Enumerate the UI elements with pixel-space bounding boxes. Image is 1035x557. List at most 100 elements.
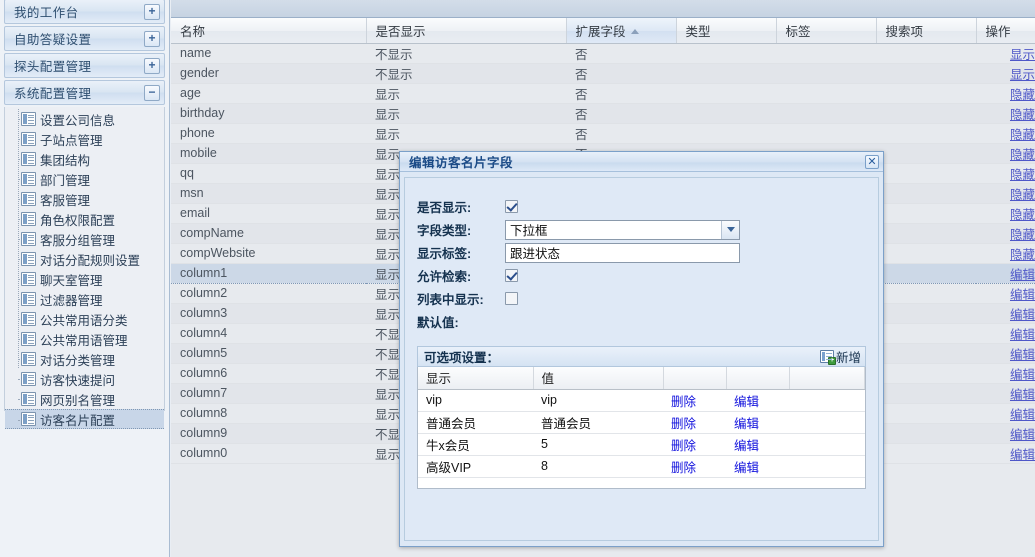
cell-action: 编辑 bbox=[976, 423, 1035, 444]
row-action-link[interactable]: 隐藏 bbox=[1010, 128, 1035, 142]
cell-visible: 显示 bbox=[366, 123, 566, 144]
table-row[interactable]: birthday 显示否 隐藏 bbox=[171, 103, 1035, 124]
sidebar-item-4[interactable]: 客服管理 bbox=[5, 189, 164, 209]
row-action-link[interactable]: 编辑 bbox=[1010, 268, 1035, 282]
sidebar-panel-1[interactable]: 自助答疑设置 + bbox=[4, 26, 165, 51]
row-action-link[interactable]: 隐藏 bbox=[1010, 88, 1035, 102]
row-action-link[interactable]: 显示 bbox=[1010, 48, 1035, 62]
display-label-input[interactable]: 跟进状态 bbox=[505, 242, 740, 263]
in-list-checkbox[interactable] bbox=[505, 292, 518, 305]
row-action-link[interactable]: 编辑 bbox=[1010, 388, 1035, 402]
show-field-label: 是否显示: bbox=[417, 201, 472, 215]
table-row[interactable]: gender 不显示否 显示 bbox=[171, 63, 1035, 84]
row-action-link[interactable]: 编辑 bbox=[1010, 428, 1035, 442]
add-option-button[interactable]: + 新增 bbox=[819, 347, 861, 366]
cell-visible: 不显示 bbox=[366, 43, 566, 64]
row-action-link[interactable]: 编辑 bbox=[1010, 448, 1035, 462]
dialog-titlebar: 编辑访客名片字段 ✕ bbox=[400, 152, 883, 172]
sidebar-item-6[interactable]: 客服分组管理 bbox=[5, 229, 164, 249]
row-action-link[interactable]: 编辑 bbox=[1010, 368, 1035, 382]
row-action-link[interactable]: 隐藏 bbox=[1010, 168, 1035, 182]
field-row-in-list: 列表中显示: bbox=[417, 287, 878, 310]
field-type-value: 下拉框 bbox=[510, 224, 548, 238]
chevron-down-icon[interactable] bbox=[721, 220, 739, 239]
expand-icon[interactable]: + bbox=[144, 57, 160, 74]
table-row[interactable]: name 不显示否 显示 bbox=[171, 43, 1035, 64]
row-action-link[interactable]: 显示 bbox=[1010, 68, 1035, 82]
options-section: 可选项设置： + 新增 显示值 vip vip 删除 编辑 普通会员 普通会员 删除 编辑 牛x… bbox=[417, 346, 866, 540]
column-header-3[interactable]: 类型 bbox=[676, 18, 777, 44]
field-type-select[interactable]: 下拉框 bbox=[505, 219, 740, 240]
option-cell-delete: 删除 bbox=[663, 389, 726, 412]
column-header-1[interactable]: 是否显示 bbox=[366, 18, 567, 44]
sidebar-item-10[interactable]: 公共常用语分类 bbox=[5, 309, 164, 329]
edit-option-link[interactable]: 编辑 bbox=[734, 461, 759, 475]
sidebar: 我的工作台 + 自助答疑设置 + 探头配置管理 + 系统配置管理 − 设置公司信息 子站点管理集… bbox=[0, 0, 170, 557]
delete-option-link[interactable]: 删除 bbox=[671, 417, 696, 431]
column-header-4[interactable]: 标签 bbox=[776, 18, 877, 44]
row-action-link[interactable]: 编辑 bbox=[1010, 328, 1035, 342]
column-header-0[interactable]: 名称 bbox=[171, 18, 367, 44]
edit-option-link[interactable]: 编辑 bbox=[734, 395, 759, 409]
sidebar-item-7[interactable]: 对话分配规则设置 bbox=[5, 249, 164, 269]
sidebar-item-15[interactable]: 访客名片配置 bbox=[5, 409, 164, 429]
row-action-link[interactable]: 隐藏 bbox=[1010, 148, 1035, 162]
sidebar-item-2[interactable]: 集团结构 bbox=[5, 149, 164, 169]
row-action-link[interactable]: 隐藏 bbox=[1010, 248, 1035, 262]
grid-toolbar bbox=[171, 0, 1035, 18]
expand-icon[interactable]: + bbox=[144, 30, 160, 47]
sidebar-item-13[interactable]: 访客快速提问 bbox=[5, 369, 164, 389]
edit-option-link[interactable]: 编辑 bbox=[734, 417, 759, 431]
row-action-link[interactable]: 编辑 bbox=[1010, 308, 1035, 322]
table-row[interactable]: phone 显示否 隐藏 bbox=[171, 123, 1035, 144]
sidebar-item-label: 网页别名管理 bbox=[40, 393, 116, 408]
sidebar-item-8[interactable]: 聊天室管理 bbox=[5, 269, 164, 289]
searchable-checkbox[interactable] bbox=[505, 269, 518, 282]
app-root: 我的工作台 + 自助答疑设置 + 探头配置管理 + 系统配置管理 − 设置公司信息 子站点管理集… bbox=[0, 0, 1035, 557]
sidebar-item-12[interactable]: 对话分类管理 bbox=[5, 349, 164, 369]
delete-option-link[interactable]: 删除 bbox=[671, 461, 696, 475]
column-header-5[interactable]: 搜索项 bbox=[876, 18, 977, 44]
expand-icon[interactable]: + bbox=[144, 3, 160, 20]
cell-tag bbox=[776, 103, 876, 124]
table-header-row: 名称 是否显示 扩展字段 类型 标签 搜索项 操作 bbox=[171, 18, 1035, 44]
cell-ext: 否 bbox=[566, 103, 676, 124]
sidebar-panel-2[interactable]: 探头配置管理 + bbox=[4, 53, 165, 78]
sidebar-item-14[interactable]: 网页别名管理 bbox=[5, 389, 164, 409]
sidebar-item-label: 访客快速提问 bbox=[40, 373, 116, 388]
row-action-link[interactable]: 编辑 bbox=[1010, 408, 1035, 422]
sidebar-panel-3[interactable]: 系统配置管理 − bbox=[4, 80, 165, 105]
sidebar-item-9[interactable]: 过滤器管理 bbox=[5, 289, 164, 309]
option-cell-value: 5 bbox=[533, 433, 663, 456]
delete-option-link[interactable]: 删除 bbox=[671, 395, 696, 409]
sidebar-item-1[interactable]: 子站点管理 bbox=[5, 129, 164, 149]
sidebar-item-3[interactable]: 部门管理 bbox=[5, 169, 164, 189]
sidebar-item-11[interactable]: 公共常用语管理 bbox=[5, 329, 164, 349]
row-action-link[interactable]: 编辑 bbox=[1010, 288, 1035, 302]
row-action-link[interactable]: 隐藏 bbox=[1010, 188, 1035, 202]
column-header-2[interactable]: 扩展字段 bbox=[566, 18, 677, 44]
cell-action: 隐藏 bbox=[976, 223, 1035, 244]
row-action-link[interactable]: 隐藏 bbox=[1010, 228, 1035, 242]
row-action-link[interactable]: 隐藏 bbox=[1010, 108, 1035, 122]
row-action-link[interactable]: 编辑 bbox=[1010, 348, 1035, 362]
option-column-header-0: 显示 bbox=[418, 367, 534, 390]
sidebar-item-5[interactable]: 角色权限配置 bbox=[5, 209, 164, 229]
cell-name: column6 bbox=[171, 363, 366, 384]
row-action-link[interactable]: 隐藏 bbox=[1010, 208, 1035, 222]
column-header-6[interactable]: 操作 bbox=[976, 18, 1035, 44]
cell-search bbox=[876, 203, 976, 224]
show-checkbox[interactable] bbox=[505, 200, 518, 213]
sidebar-panel-0[interactable]: 我的工作台 + bbox=[4, 0, 165, 24]
delete-option-link[interactable]: 删除 bbox=[671, 439, 696, 453]
table-row[interactable]: age 显示否 隐藏 bbox=[171, 83, 1035, 104]
close-icon[interactable]: ✕ bbox=[865, 154, 879, 169]
collapse-icon[interactable]: − bbox=[144, 84, 160, 101]
sidebar-item-0[interactable]: 设置公司信息 bbox=[5, 109, 164, 129]
option-cell-spacer bbox=[789, 411, 865, 434]
sidebar-accordion: 我的工作台 + 自助答疑设置 + 探头配置管理 + 系统配置管理 − bbox=[0, 0, 169, 105]
cell-search bbox=[876, 63, 976, 84]
cell-ext: 否 bbox=[566, 123, 676, 144]
sidebar-item-label: 聊天室管理 bbox=[40, 273, 103, 288]
edit-option-link[interactable]: 编辑 bbox=[734, 439, 759, 453]
